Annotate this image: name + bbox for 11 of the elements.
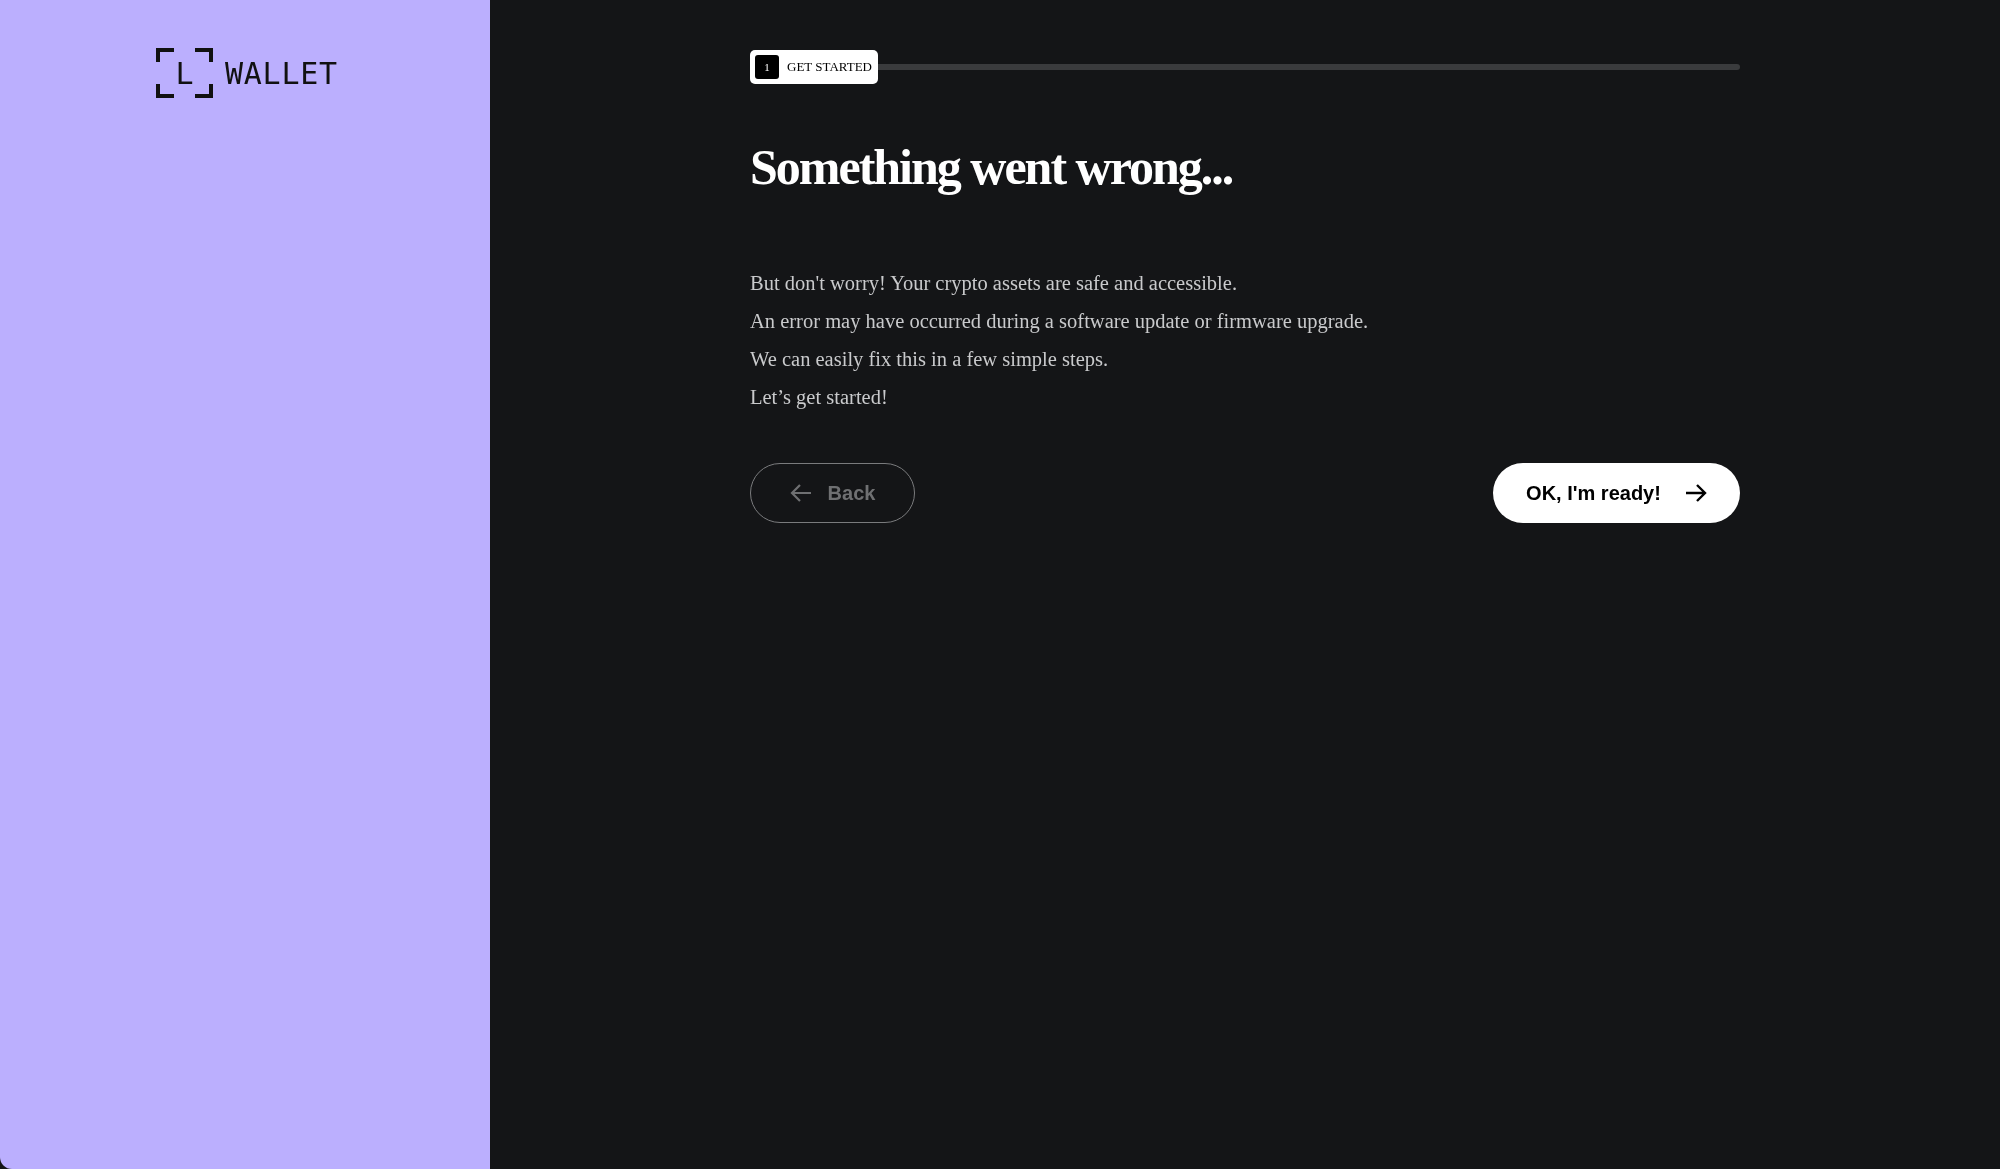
step-number: 1 xyxy=(755,55,779,79)
message-text: Let’s get started! xyxy=(750,384,889,411)
page-heading: Something went wrong... xyxy=(750,138,1234,197)
message-text: An error may have occurred during a software update or firmware upgrade. xyxy=(750,308,1370,335)
message-text: But don't worry! Your crypto assets are safe and accessible. xyxy=(750,270,1239,297)
step-label: GET STARTED xyxy=(787,58,873,77)
ready-button[interactable]: OK, I'm ready! xyxy=(1493,462,1740,523)
arrow-left-icon xyxy=(789,482,812,503)
logo-text: WALLET xyxy=(225,54,338,93)
message-text: We can easily fix this in a few simple steps. xyxy=(750,346,1110,373)
arrow-right-icon xyxy=(1684,482,1707,503)
